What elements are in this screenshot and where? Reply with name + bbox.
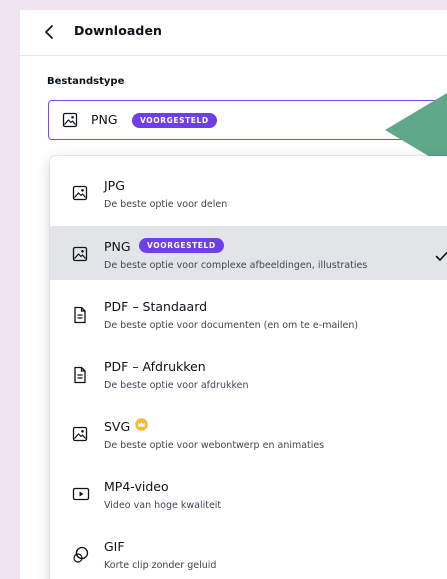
option-description: De beste optie voor afdrukken (104, 380, 249, 391)
option-pdf-print[interactable]: PDF – Afdrukken De beste optie voor afdr… (50, 346, 447, 400)
file-type-label: Bestandstype (47, 76, 125, 87)
option-title: MP4-video (104, 479, 169, 494)
document-icon (74, 306, 86, 324)
option-gif[interactable]: GIF Korte clip zonder geluid (50, 526, 447, 579)
image-icon (72, 426, 88, 442)
download-panel: Downloaden Bestandstype PNG VOORGESTELD … (20, 10, 447, 579)
option-description: De beste optie voor complexe afbeeldinge… (104, 260, 368, 271)
gif-icon (73, 546, 89, 563)
option-description: De beste optie voor documenten (en om te… (104, 320, 359, 331)
page-title: Downloaden (74, 23, 163, 38)
suggested-badge: VOORGESTELD (132, 113, 217, 128)
option-pdf-standard[interactable]: PDF – Standaard De beste optie voor docu… (50, 286, 447, 340)
checkmark-icon (435, 251, 447, 261)
chevron-left-icon[interactable] (42, 24, 56, 40)
option-description: Video van hoge kwaliteit (104, 500, 222, 511)
option-title: GIF (104, 539, 125, 554)
option-png[interactable]: PNG VOORGESTELD De beste optie voor comp… (50, 226, 447, 280)
option-jpg[interactable]: JPG De beste optie voor delen (50, 165, 447, 219)
document-icon (74, 366, 86, 384)
option-description: De beste optie voor delen (104, 199, 228, 210)
panel-header: Downloaden (20, 10, 447, 56)
option-description: De beste optie voor webontwerp en animat… (104, 440, 325, 451)
option-title: PNG (104, 239, 131, 254)
option-title: JPG (104, 178, 125, 193)
image-icon (62, 112, 78, 128)
image-icon (72, 185, 88, 201)
option-title: PDF – Standaard (104, 299, 208, 314)
option-mp4[interactable]: MP4-video Video van hoge kwaliteit (50, 466, 447, 520)
option-title: SVG (104, 419, 131, 434)
video-icon (72, 487, 90, 501)
selected-file-type: PNG (91, 112, 118, 127)
option-title: PDF – Afdrukken (104, 359, 206, 374)
option-description: Korte clip zonder geluid (104, 560, 217, 571)
image-icon (72, 246, 88, 262)
option-svg[interactable]: SVG De beste optie voor webontwerp en an… (50, 406, 447, 460)
suggested-badge: VOORGESTELD (139, 238, 224, 253)
crown-icon (135, 418, 148, 431)
file-type-dropdown: JPG De beste optie voor delen PNG VOORGE… (50, 156, 447, 579)
